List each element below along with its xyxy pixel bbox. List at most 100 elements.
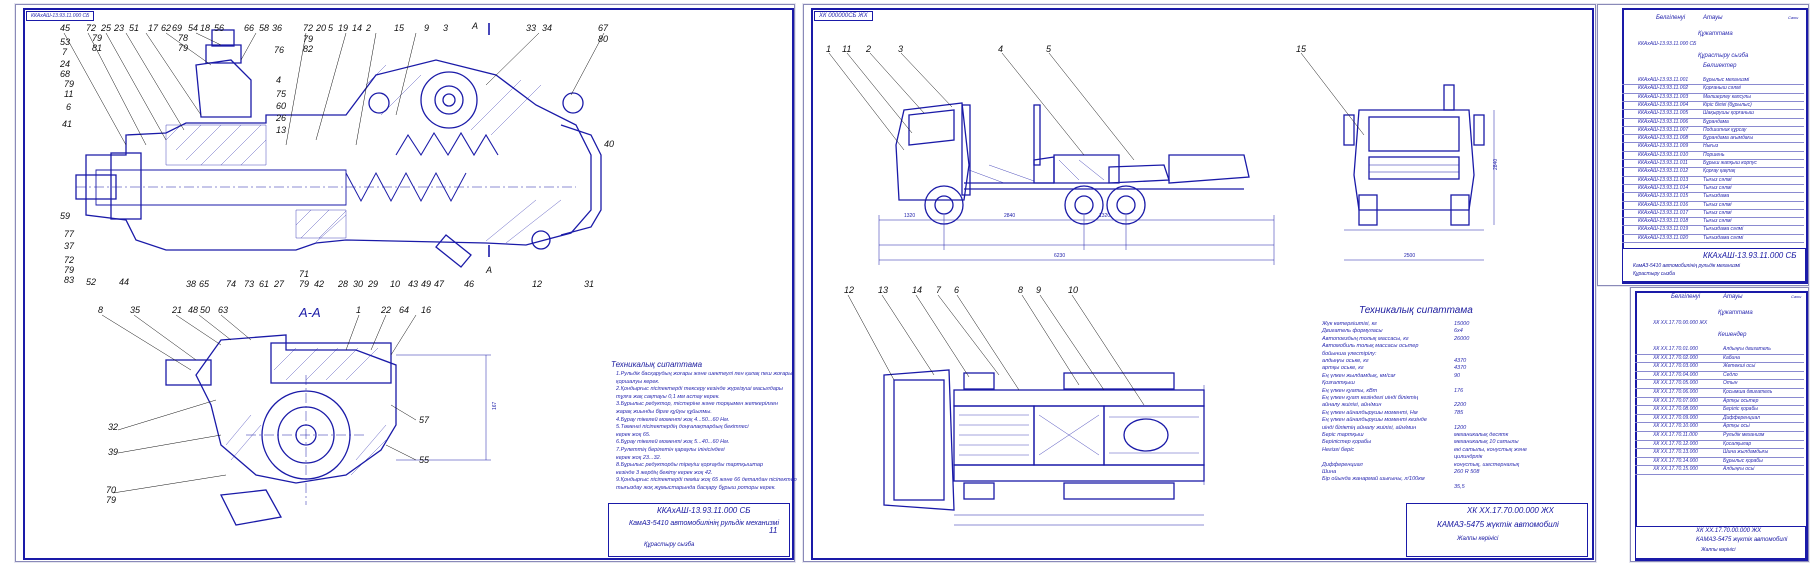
svg-text:13: 13 — [276, 125, 286, 135]
bom-designation: ХК ХХ.17.70.10.000 — [1653, 423, 1698, 430]
svg-text:А: А — [485, 265, 492, 275]
bom-col-qty: Саны — [1791, 294, 1802, 299]
bom-doc-row: ККАхАШ-13.93.11.000 СБ — [1638, 41, 1697, 47]
spec-value: 26000 — [1454, 335, 1470, 342]
svg-text:38: 38 — [186, 279, 196, 289]
svg-text:14: 14 — [352, 23, 362, 33]
bom-name: Подшипник құрсау — [1703, 126, 1747, 133]
spec-label: Ең үлкен жылдамдық, км/сағ — [1322, 372, 1396, 379]
svg-text:13: 13 — [878, 285, 888, 295]
specs-title: Техникалық сипаттама — [1359, 305, 1473, 316]
spec-value: механикалық 10 сатылы — [1454, 439, 1519, 446]
svg-text:А: А — [471, 21, 478, 31]
spec-label: Қозғалтқыш — [1322, 380, 1355, 387]
svg-text:41: 41 — [62, 119, 72, 129]
spec-label: Ең үлкен айналдырушы моменті, Нм — [1322, 409, 1418, 416]
svg-text:12: 12 — [844, 285, 854, 295]
spec-label: Дифференциал — [1322, 461, 1363, 468]
svg-text:59: 59 — [60, 211, 70, 221]
svg-text:66: 66 — [244, 23, 254, 33]
note-line: 7.Рулеттің берілетін қараулы ілінісіндег… — [616, 446, 725, 453]
bom-col-designation: Белгіленуі — [1671, 294, 1701, 300]
bom-name: Кіріс білігі (бұрылыс) — [1703, 101, 1752, 108]
note-line: 1.Рульдік басқарудың жоғары және шектеул… — [616, 371, 793, 377]
svg-text:35: 35 — [130, 305, 141, 315]
svg-text:60: 60 — [276, 101, 286, 111]
svg-text:72: 72 — [64, 255, 74, 265]
title-block: ХК ХХ.17.70.00.000 ЖХ КАМАЗ-5475 жүктік … — [1406, 503, 1588, 557]
bom-group-doc: Құжаттама — [1698, 31, 1733, 37]
svg-text:1: 1 — [356, 305, 361, 315]
spec-label: Автомобиль толық массасы осьтер — [1322, 343, 1419, 350]
bom-designation: ККАхАШ-13.93.11.013 — [1638, 176, 1689, 183]
bom-name: Артқы осьтер — [1723, 397, 1759, 404]
svg-text:83: 83 — [64, 275, 74, 285]
svg-text:68: 68 — [60, 69, 70, 79]
note-line: 4.Бұрау тікелей моменті жоқ 4...50...60 … — [616, 416, 730, 423]
bom-designation: ХК ХХ.17.70.03.000 — [1653, 363, 1698, 370]
bom-name: Поршень — [1703, 151, 1725, 158]
svg-text:2500: 2500 — [1404, 253, 1415, 259]
svg-text:61: 61 — [259, 279, 269, 289]
bom-col-qty: Саны — [1788, 15, 1799, 20]
title-block-subtitle: Жалпы көрінісі — [1457, 536, 1499, 542]
note-line: 2.Қондырғыс пісіпектерді тексеру кезінде… — [616, 386, 783, 393]
svg-text:11: 11 — [842, 44, 851, 54]
svg-text:81: 81 — [92, 43, 102, 53]
bom-designation: ХК ХХ.17.70.07.000 — [1653, 397, 1698, 404]
bom-designation: ХК ХХ.17.70.05.000 — [1653, 380, 1698, 387]
svg-text:44: 44 — [119, 277, 129, 287]
svg-text:69: 69 — [172, 23, 182, 33]
spec-label: алдыңғы оське, кг — [1322, 358, 1369, 364]
bom-name: Седло — [1723, 371, 1738, 378]
bom-designation: ККАхАШ-13.93.11.006 — [1638, 118, 1689, 125]
spec-value: 785 — [1454, 409, 1464, 416]
svg-text:7: 7 — [936, 285, 942, 295]
title-block: ККАхАШ-13.93.11.000 СБ КамАЗ-5410 автомо… — [1622, 248, 1806, 282]
svg-text:53: 53 — [60, 37, 70, 47]
bom-name: Бұрылыс қорабы — [1723, 457, 1763, 464]
spec-value: 1200 — [1454, 424, 1467, 431]
bom-doc-row: ХК ХХ.17.70.00.000 ЖХ — [1653, 320, 1708, 326]
spec-value: цилиндрлік — [1454, 454, 1483, 461]
bom-designation: ХК ХХ.17.70.04.000 — [1653, 371, 1698, 378]
title-block-title: КАМАЗ-5475 жүктік автомобилі — [1437, 520, 1559, 529]
svg-text:11: 11 — [64, 89, 73, 99]
bom-name: Тығыздама сәлмі — [1703, 226, 1744, 233]
bom-designation: ХК ХХ.17.70.09.000 — [1653, 414, 1698, 421]
svg-text:3: 3 — [443, 23, 448, 33]
bom-designation: ККАхАШ-13.93.11.004 — [1638, 101, 1689, 108]
svg-text:4: 4 — [276, 75, 281, 85]
svg-text:72: 72 — [303, 23, 313, 33]
svg-text:63: 63 — [218, 305, 228, 315]
bom-name: Бұрандама — [1703, 118, 1729, 125]
note-line: тығыздау жоқ жұмыстарында басқару бұрыш … — [616, 484, 776, 491]
svg-text:167: 167 — [492, 401, 498, 410]
spec-value: 4370 — [1454, 358, 1467, 364]
sheet-bom-steering: ККАхАШ-13.93.11.000 СБ КамАЗ-5410 автомо… — [1597, 4, 1809, 286]
bom-name: Кабина — [1723, 354, 1740, 361]
svg-text:80: 80 — [598, 34, 608, 44]
svg-text:62: 62 — [161, 23, 171, 33]
bom-designation: ККАхАШ-13.93.11.001 — [1638, 77, 1689, 83]
title-block-title: КамАЗ-5410 автомобилінің рульдік механиз… — [629, 520, 780, 527]
svg-text:65: 65 — [199, 279, 210, 289]
bom-name: Отын — [1723, 380, 1738, 387]
svg-text:30: 30 — [353, 279, 363, 289]
bom-designation: ХК ХХ.17.70.08.000 — [1653, 406, 1698, 413]
svg-text:20: 20 — [315, 23, 326, 33]
note-line: тұлға жақ сақтауы 0,1 мм астау керек. — [616, 393, 720, 400]
svg-text:47: 47 — [434, 279, 445, 289]
svg-text:1320: 1320 — [1099, 213, 1110, 219]
title-block-code: ККАхАШ-13.93.11.000 СБ — [657, 506, 751, 515]
bom-designation: ХК ХХ.17.70.13.000 — [1653, 449, 1698, 456]
svg-text:9: 9 — [1036, 285, 1041, 295]
bom-name: Тығыздама сәлмі — [1703, 234, 1744, 241]
svg-text:1320: 1320 — [904, 213, 915, 219]
bom-name: Бұрыш жапқыш корпус — [1703, 160, 1757, 166]
svg-text:2840: 2840 — [1004, 213, 1015, 219]
bom-group-doc: Құжаттама — [1718, 310, 1753, 316]
svg-text:40: 40 — [604, 139, 614, 149]
bom-group-asm: Кешендер — [1718, 332, 1747, 338]
svg-text:28: 28 — [337, 279, 348, 289]
